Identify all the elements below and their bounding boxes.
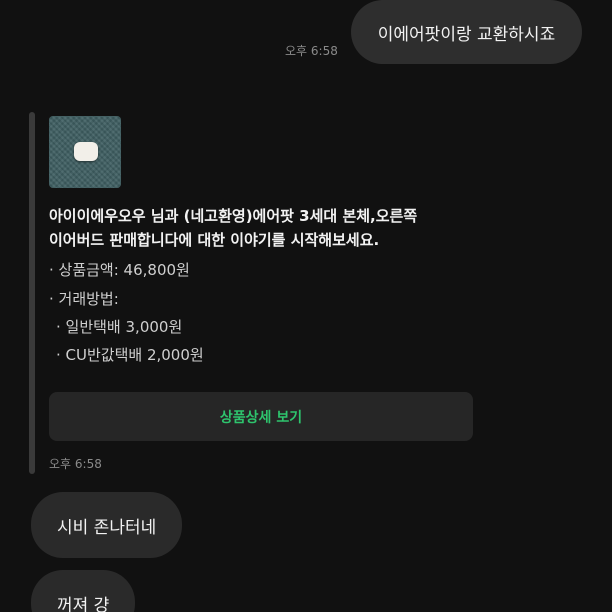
incoming-message-bubble[interactable]: 시비 존나터네 [31,492,183,558]
trade-method-label: · 거래방법: [49,290,119,308]
outgoing-message-bubble[interactable]: 이에어팟이랑 교환하시죠 [351,0,582,64]
product-detail-button[interactable]: 상품상세 보기 [49,392,473,441]
product-card-title-line2: 이어버드 판매합니다에 대한 이야기를 시작해보세요. [49,231,380,249]
product-price: · 상품금액: 46,800원 [49,261,190,279]
product-card-time: 오후 6:58 [49,457,102,471]
incoming-message-text: 시비 존나터네 [57,517,157,538]
product-card-title-line1: 아이이에우오우 님과 (네고환영)에어팟 3세대 본체,오른쪽 [49,207,418,225]
shipping-option-cu: · CU반값택배 2,000원 [56,346,204,364]
chat-screen: 이에어팟이랑 교환하시죠 오후 6:58 아이이에우오우 님과 (네고환영)에어… [0,0,612,612]
product-detail-button-label: 상품상세 보기 [219,409,303,426]
airpods-case-icon [74,142,98,161]
incoming-message-bubble[interactable]: 꺼져 걍 [31,570,136,612]
product-thumbnail[interactable] [49,116,121,188]
shipping-option-standard: · 일반택배 3,000원 [56,318,183,336]
product-card-title: 아이이에우오우 님과 (네고환영)에어팟 3세대 본체,오른쪽 이어버드 판매합… [49,204,469,252]
outgoing-message-text: 이에어팟이랑 교환하시죠 [377,24,556,45]
product-card-rail [29,112,35,474]
outgoing-message-time: 오후 6:58 [285,44,338,58]
incoming-message-text: 꺼져 걍 [57,595,110,612]
